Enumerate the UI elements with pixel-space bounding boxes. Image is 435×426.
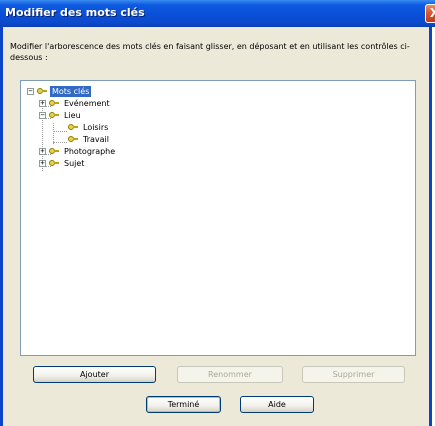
keyword-tree[interactable]: − Mots clés + Evénement − Lieu Loisirs T… xyxy=(20,80,416,356)
tree-node-label[interactable]: Lieu xyxy=(62,110,83,121)
instructions-text: Modifier l'arborescence des mots clés en… xyxy=(10,42,410,62)
tree-node-root[interactable]: − Mots clés xyxy=(27,85,92,97)
key-icon xyxy=(37,88,47,94)
tree-line xyxy=(53,142,67,143)
collapse-icon[interactable]: − xyxy=(39,111,46,119)
keywords-dialog: Modifier des mots clés X Modifier l'arbo… xyxy=(0,0,435,426)
tree-node-loisirs[interactable]: Loisirs xyxy=(68,121,110,133)
delete-button[interactable]: Supprimer xyxy=(302,366,405,383)
expand-icon[interactable]: + xyxy=(39,147,46,155)
rename-button[interactable]: Renommer xyxy=(177,366,283,383)
key-icon xyxy=(49,112,59,118)
expand-icon[interactable]: + xyxy=(39,99,46,107)
window-title: Modifier des mots clés xyxy=(5,6,145,19)
tree-node-label[interactable]: Mots clés xyxy=(50,85,92,97)
tree-node-label[interactable]: Sujet xyxy=(62,158,86,169)
tree-node-photographe[interactable]: + Photographe xyxy=(39,145,117,157)
key-icon xyxy=(49,148,59,154)
close-icon[interactable]: X xyxy=(425,4,435,23)
tree-node-label[interactable]: Evénement xyxy=(62,98,112,109)
expand-icon[interactable]: + xyxy=(39,159,46,167)
add-button[interactable]: Ajouter xyxy=(33,366,156,383)
tree-line xyxy=(53,123,54,144)
key-icon xyxy=(49,160,59,166)
key-icon xyxy=(68,136,78,142)
tree-node-lieu[interactable]: − Lieu xyxy=(39,109,83,121)
tree-node-sujet[interactable]: + Sujet xyxy=(39,157,86,169)
tree-node-label[interactable]: Photographe xyxy=(62,146,117,157)
key-icon xyxy=(49,100,59,106)
tree-node-travail[interactable]: Travail xyxy=(68,133,111,145)
help-button[interactable]: Aide xyxy=(240,396,314,413)
title-bar[interactable]: Modifier des mots clés X xyxy=(0,0,435,27)
tree-line xyxy=(53,131,67,132)
done-button[interactable]: Terminé xyxy=(146,396,221,413)
tree-node-label[interactable]: Travail xyxy=(81,134,111,145)
key-icon xyxy=(68,124,78,130)
tree-node-evenement[interactable]: + Evénement xyxy=(39,97,112,109)
tree-node-label[interactable]: Loisirs xyxy=(81,122,110,133)
collapse-icon[interactable]: − xyxy=(27,87,34,95)
